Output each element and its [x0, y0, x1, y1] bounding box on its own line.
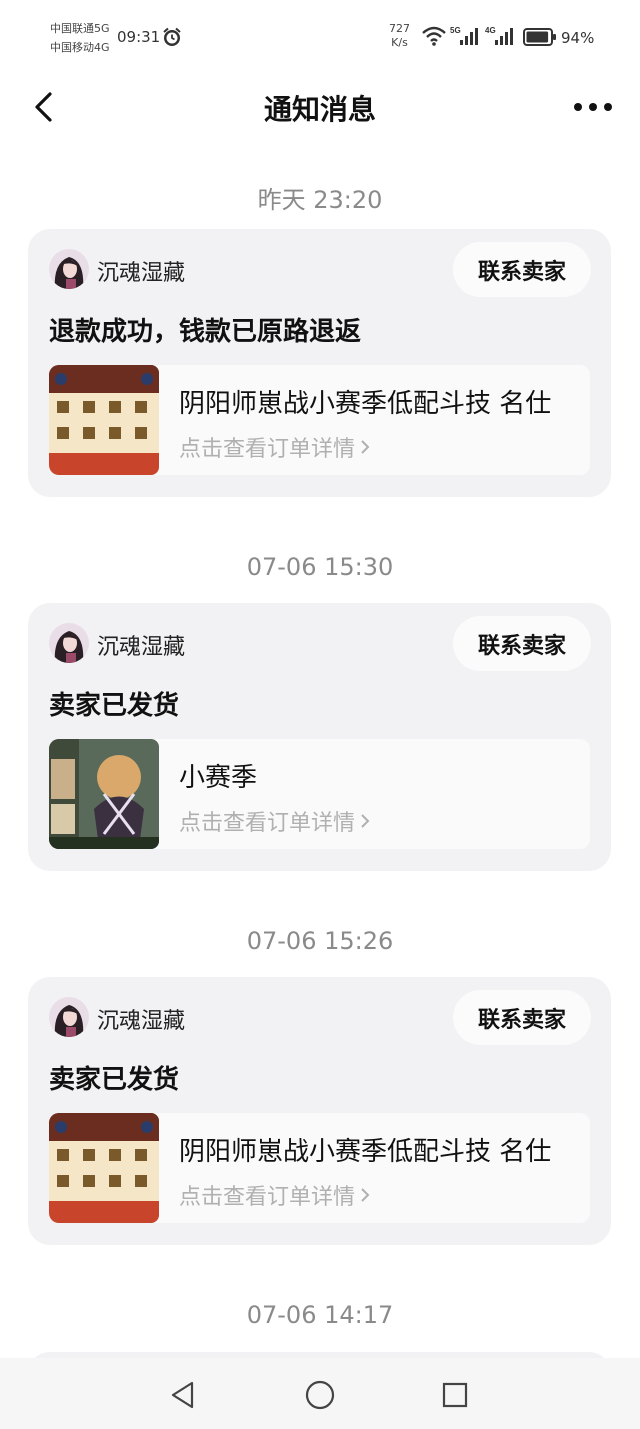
- notification-time: 07-06 14:17: [246, 1301, 394, 1329]
- order-detail-link[interactable]: 点击查看订单详情: [179, 805, 371, 837]
- order-detail-label[interactable]: 点击查看订单详情: [179, 431, 355, 463]
- signal-1-label: 5G: [450, 26, 461, 35]
- wifi-icon: [422, 26, 446, 46]
- alarm-clock-icon: [163, 27, 181, 46]
- signal-5g-icon: 5G: [450, 26, 478, 45]
- top-nav-bar: 通知消息: [0, 70, 640, 144]
- notification-status: 退款成功，钱款已原路退返: [49, 317, 362, 347]
- notification-page: 中国联通5G 中国移动4G 09:31 727 K/s 5G 4G 94% 通知…: [0, 0, 640, 1429]
- notification-card: 沉魂湿藏 联系卖家 卖家已发货 阴阳师崽战小赛季低配斗技 名仕 点击查看订单详情: [28, 977, 611, 1245]
- net-speed: 727 K/s: [389, 22, 410, 50]
- status-bar: 中国联通5G 中国移动4G 09:31 727 K/s 5G 4G 94%: [0, 0, 640, 70]
- product-item[interactable]: 阴阳师崽战小赛季低配斗技 名仕 点击查看订单详情: [49, 365, 590, 475]
- product-title[interactable]: 阴阳师崽战小赛季低配斗技 名仕: [179, 383, 551, 420]
- triangle-back-icon[interactable]: [168, 1380, 198, 1410]
- product-title[interactable]: 阴阳师崽战小赛季低配斗技 名仕: [179, 1131, 551, 1168]
- order-detail-label[interactable]: 点击查看订单详情: [179, 1179, 355, 1211]
- status-time: 09:31: [117, 28, 161, 46]
- net-speed-unit: K/s: [391, 36, 408, 49]
- product-item[interactable]: 阴阳师崽战小赛季低配斗技 名仕 点击查看订单详情: [49, 1113, 590, 1223]
- notification-status: 卖家已发货: [49, 691, 180, 721]
- carrier-1: 中国联通5G: [50, 22, 110, 35]
- product-item[interactable]: 小赛季 点击查看订单详情: [49, 739, 590, 849]
- signal-2-label: 4G: [485, 26, 496, 35]
- battery-fill: [526, 31, 549, 43]
- more-dots-icon[interactable]: [570, 92, 616, 122]
- order-detail-link[interactable]: 点击查看订单详情: [179, 1179, 371, 1211]
- notification-time: 07-06 15:26: [246, 927, 394, 955]
- product-thumbnail[interactable]: [49, 1113, 159, 1223]
- chevron-right-icon: [361, 440, 370, 454]
- product-thumbnail[interactable]: [49, 365, 159, 475]
- contact-seller-button[interactable]: 联系卖家: [453, 242, 591, 297]
- seller-name[interactable]: 沉魂湿藏: [97, 1003, 185, 1035]
- order-detail-label[interactable]: 点击查看订单详情: [179, 805, 355, 837]
- signal-4g-icon: 4G: [485, 26, 513, 45]
- notification-card: 沉魂湿藏 联系卖家 退款成功，钱款已原路退返 阴阳师崽战小赛季低配斗技 名仕 点…: [28, 229, 611, 497]
- seller-avatar[interactable]: [49, 249, 89, 289]
- carrier-info: 中国联通5G 中国移动4G: [50, 19, 110, 57]
- carrier-2: 中国移动4G: [50, 41, 110, 54]
- contact-seller-button[interactable]: 联系卖家: [453, 616, 591, 671]
- battery-icon: [523, 28, 556, 46]
- chevron-right-icon: [361, 814, 370, 828]
- notification-time: 昨天 23:20: [257, 186, 383, 214]
- notification-card: 沉魂湿藏 联系卖家 卖家已发货 小赛季 点击查看订单详情: [28, 603, 611, 871]
- product-title[interactable]: 小赛季: [179, 757, 257, 794]
- order-detail-link[interactable]: 点击查看订单详情: [179, 431, 371, 463]
- contact-seller-button[interactable]: 联系卖家: [453, 990, 591, 1045]
- seller-avatar[interactable]: [49, 997, 89, 1037]
- product-thumbnail[interactable]: [49, 739, 159, 849]
- page-title: 通知消息: [263, 93, 376, 126]
- notification-time: 07-06 15:30: [246, 553, 394, 581]
- square-recent-icon[interactable]: [441, 1381, 469, 1409]
- seller-avatar[interactable]: [49, 623, 89, 663]
- seller-name[interactable]: 沉魂湿藏: [97, 255, 185, 287]
- net-speed-value: 727: [389, 22, 410, 35]
- seller-name[interactable]: 沉魂湿藏: [97, 629, 185, 661]
- notification-status: 卖家已发货: [49, 1065, 180, 1095]
- chevron-right-icon: [361, 1188, 370, 1202]
- battery-percent: 94%: [561, 29, 595, 47]
- circle-home-icon[interactable]: [304, 1379, 336, 1411]
- system-nav-bar: [0, 1358, 640, 1429]
